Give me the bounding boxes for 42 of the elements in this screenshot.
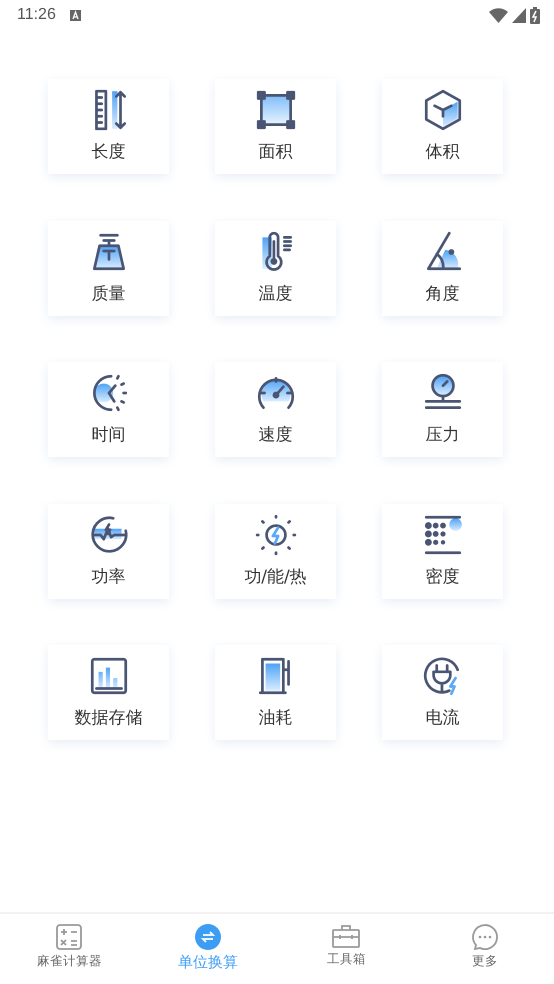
calculator-icon <box>56 924 82 950</box>
swap-icon <box>194 924 221 950</box>
chat-bubble-icon <box>472 924 498 950</box>
unit-card[interactable]: 长度 <box>48 79 169 174</box>
wifi-icon <box>489 8 508 22</box>
unit-card[interactable]: 角度 <box>382 220 503 316</box>
unit-label: 温度 <box>258 282 292 304</box>
unit-card[interactable]: 功/能/热 <box>215 504 336 598</box>
unit-card[interactable]: 压力 <box>382 362 503 457</box>
notification-icon <box>70 10 81 20</box>
unit-card[interactable]: 数据存储 <box>48 645 169 740</box>
nav-tab[interactable]: 工具箱 <box>277 914 416 984</box>
unit-label: 面积 <box>258 141 292 163</box>
unit-card[interactable]: 时间 <box>48 362 169 457</box>
battery-charging-icon <box>530 6 540 24</box>
unit-label: 速度 <box>258 424 292 446</box>
unit-card[interactable]: 油耗 <box>215 645 336 740</box>
unit-card[interactable]: 温度 <box>215 220 336 316</box>
unit-label: 数据存储 <box>74 707 142 729</box>
status-time: 11:26 <box>17 6 56 24</box>
unit-label: 质量 <box>92 282 126 304</box>
unit-label: 长度 <box>92 141 126 163</box>
unit-label: 油耗 <box>258 707 292 729</box>
unit-label: 体积 <box>426 141 460 163</box>
nav-tab[interactable]: 麻雀计算器 <box>0 914 138 984</box>
unit-label: 角度 <box>426 282 460 304</box>
unit-label: 电流 <box>426 707 460 729</box>
signal-icon <box>512 8 526 22</box>
unit-label: 压力 <box>426 424 460 446</box>
nav-tab[interactable]: 更多 <box>416 914 554 984</box>
unit-label: 密度 <box>426 566 460 588</box>
unit-label: 功率 <box>92 566 126 588</box>
unit-card[interactable]: 体积 <box>382 79 503 174</box>
unit-card[interactable]: 速度 <box>215 362 336 457</box>
unit-card[interactable]: 密度 <box>382 504 503 598</box>
unit-card[interactable]: 电流 <box>382 645 503 740</box>
toolbox-icon <box>332 924 360 948</box>
unit-label: 时间 <box>92 424 126 446</box>
unit-label: 功/能/热 <box>244 566 307 588</box>
unit-card[interactable]: 功率 <box>48 504 169 598</box>
unit-card[interactable]: 质量 <box>48 220 169 316</box>
unit-card[interactable]: 面积 <box>215 79 336 174</box>
